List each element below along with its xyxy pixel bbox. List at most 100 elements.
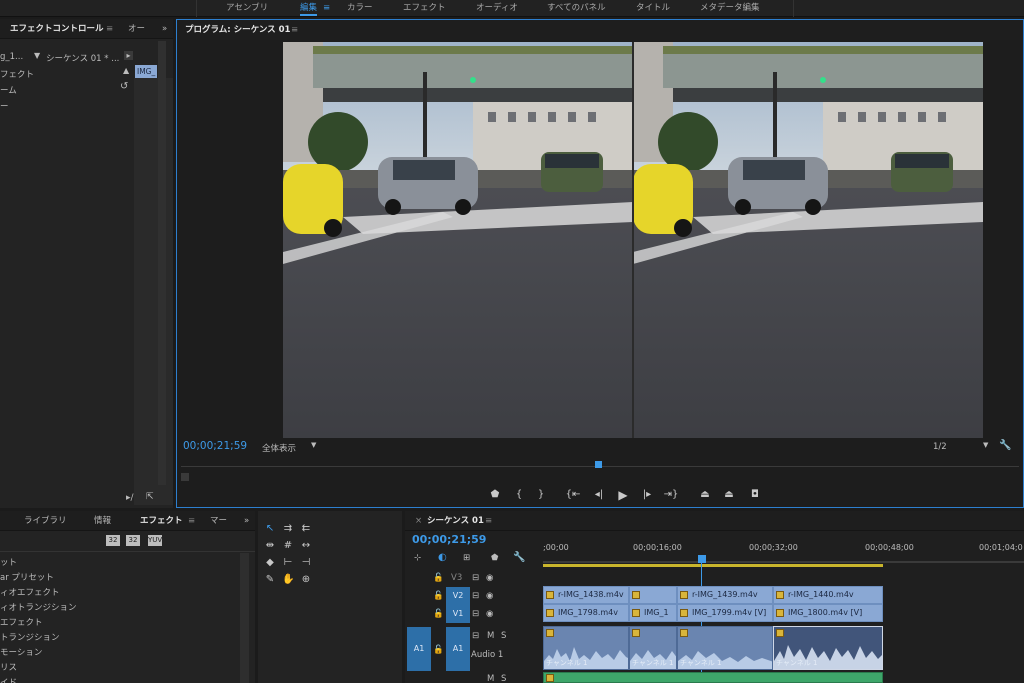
timeline-timecode[interactable]: 00;00;21;59 xyxy=(412,533,486,546)
tab-menu-icon[interactable]: ≡ xyxy=(188,511,195,531)
fit-select[interactable]: 全体表示 xyxy=(262,442,296,454)
workspace-color[interactable]: カラー xyxy=(347,0,373,17)
step-forward-icon[interactable]: |▸ xyxy=(639,488,655,502)
add-marker-icon[interactable]: ⬟ xyxy=(491,553,498,563)
tab-info[interactable]: 情報 xyxy=(94,511,111,531)
snap-icon[interactable]: ◐ xyxy=(438,552,447,563)
overflow-icon[interactable]: » xyxy=(244,511,249,531)
tab-menu-icon[interactable]: ≡ xyxy=(106,19,113,39)
nest-icon[interactable]: ⊹ xyxy=(414,553,421,563)
export-icon[interactable]: ⇱ xyxy=(146,492,154,502)
tab-menu-icon[interactable]: ≡ xyxy=(291,20,298,40)
clip-v2[interactable]: r-IMG_1439.m4v xyxy=(677,586,773,604)
razor-icon[interactable]: ◆ xyxy=(264,557,276,569)
source-a1-label[interactable]: A1 xyxy=(407,627,431,671)
sync-lock-icon[interactable]: ⊟ xyxy=(472,591,479,601)
ripple-edit-icon[interactable]: ⇹ xyxy=(264,540,276,552)
sync-lock-icon[interactable]: ⊟ xyxy=(472,609,479,619)
lock-icon[interactable]: 🔓 xyxy=(433,591,444,601)
slip-icon[interactable]: ⊢ xyxy=(282,557,294,569)
clip-v1[interactable]: IMG_1798.m4v xyxy=(543,604,629,622)
go-to-in-icon[interactable]: {⇤ xyxy=(565,488,581,502)
mute-button[interactable]: M xyxy=(487,631,494,641)
clip-v1[interactable]: IMG_1800.m4v [V] xyxy=(773,604,883,622)
effects-list-item[interactable]: イド xyxy=(0,676,17,683)
mark-in-icon[interactable]: { xyxy=(511,488,527,502)
clip-v2[interactable]: r-IMG_1438.m4v xyxy=(543,586,629,604)
clip-chip[interactable]: IMG_ xyxy=(135,65,158,78)
clip-a1[interactable]: チャンネル 1 xyxy=(629,626,677,670)
program-monitor-title[interactable]: プログラム: シーケンス 01 xyxy=(185,20,290,40)
workspace-audio[interactable]: オーディオ xyxy=(476,0,518,17)
marker-icon[interactable]: ⬟ xyxy=(487,488,503,502)
chevron-down-icon[interactable]: ▼ xyxy=(311,441,316,449)
selection-tool-icon[interactable]: ↖ xyxy=(264,523,276,535)
step-back-icon[interactable]: ◂| xyxy=(591,488,607,502)
zoom-handle[interactable] xyxy=(181,473,189,481)
tab-audio-mixer[interactable]: オー xyxy=(128,19,145,39)
linked-selection-icon[interactable]: ⊞ xyxy=(463,553,470,563)
clip-a1-selected[interactable]: チャンネル 1 xyxy=(773,626,883,670)
clip-v1[interactable]: IMG_1799.m4v [V] xyxy=(677,604,773,622)
track-a1-label[interactable]: A1 xyxy=(446,627,470,671)
playhead-handle[interactable] xyxy=(698,555,706,563)
wrench-icon[interactable]: 🔧 xyxy=(999,440,1011,451)
lock-icon[interactable]: 🔓 xyxy=(433,609,444,619)
track-v1-label[interactable]: V1 xyxy=(446,605,470,623)
clip-source-label[interactable]: g_1... xyxy=(0,52,23,62)
workspace-editing[interactable]: 編集 xyxy=(300,0,318,17)
time-ruler[interactable]: ;00;00 00;00;16;00 00;00;32;00 00;00;48;… xyxy=(543,533,1024,567)
clip-a2[interactable] xyxy=(543,672,883,683)
lift-icon[interactable]: ⏏ xyxy=(697,488,713,502)
effects-list-item[interactable]: ィオエフェクト xyxy=(0,586,60,598)
play-icon[interactable]: ▶ xyxy=(615,488,631,502)
work-area-bar[interactable] xyxy=(543,564,883,567)
chevron-down-icon[interactable]: ▼ xyxy=(983,441,988,449)
mute-button[interactable]: M xyxy=(487,674,494,683)
effects-list-item[interactable]: ar プリセット xyxy=(0,571,54,583)
eye-icon[interactable]: ◉ xyxy=(486,609,493,619)
effects-list-item[interactable]: ット xyxy=(0,556,17,568)
solo-button[interactable]: S xyxy=(501,631,506,641)
collapse-icon[interactable]: ▲ xyxy=(123,66,129,75)
go-to-out-icon[interactable]: ⇥} xyxy=(663,488,679,502)
tab-effects[interactable]: エフェクト xyxy=(140,511,183,531)
track-v2-label[interactable]: V2 xyxy=(446,587,470,605)
overflow-icon[interactable]: » xyxy=(162,19,167,39)
reset-icon[interactable]: ↺ xyxy=(120,81,128,92)
wrench-icon[interactable]: 🔧 xyxy=(513,552,525,563)
camera-icon[interactable]: ◘ xyxy=(747,488,763,502)
resolution-select[interactable]: 1/2 xyxy=(933,442,947,452)
32bit-icon[interactable]: 32 xyxy=(126,535,140,546)
yuv-icon[interactable]: YUV xyxy=(148,535,162,546)
program-timecode[interactable]: 00;00;21;59 xyxy=(183,440,247,452)
dropdown-arrow-icon[interactable]: ▼ xyxy=(34,51,40,60)
slide-icon[interactable]: ⊣ xyxy=(300,557,312,569)
play-only-icon[interactable]: ▸ xyxy=(124,51,133,60)
close-icon[interactable]: × xyxy=(415,511,422,531)
pen-icon[interactable]: ✎ xyxy=(264,574,276,586)
tab-sequence[interactable]: シーケンス 01 xyxy=(427,511,484,531)
lock-icon[interactable]: 🔓 xyxy=(433,645,444,655)
mark-out-icon[interactable]: } xyxy=(533,488,549,502)
track-v3-label[interactable]: V3 xyxy=(451,573,462,583)
lock-icon[interactable]: 🔓 xyxy=(433,573,444,583)
sequence-label[interactable]: シーケンス 01 * ... xyxy=(46,52,119,64)
scrollbar[interactable] xyxy=(158,41,166,485)
workspace-titles[interactable]: タイトル xyxy=(636,0,670,17)
workspace-assembly[interactable]: アセンブリ xyxy=(226,0,268,17)
clip-a1[interactable]: チャンネル 1 xyxy=(543,626,629,670)
clip-v2[interactable]: r-IMG_1440.m4v xyxy=(773,586,883,604)
solo-button[interactable]: S xyxy=(501,674,506,683)
track-select-back-icon[interactable]: ⇇ xyxy=(300,523,312,535)
hand-icon[interactable]: ✋ xyxy=(282,574,294,586)
effects-list-item[interactable]: エフェクト xyxy=(0,616,43,628)
sync-lock-icon[interactable]: ⊟ xyxy=(472,573,479,583)
extract-icon[interactable]: ⏏ xyxy=(721,488,737,502)
zoom-icon[interactable]: ⊕ xyxy=(300,574,312,586)
effects-list-item[interactable]: ィオトランジション xyxy=(0,601,77,613)
playhead-marker[interactable] xyxy=(595,461,602,468)
scrollbar[interactable] xyxy=(240,553,249,683)
track-select-icon[interactable]: ⇉ xyxy=(282,523,294,535)
clip-v2[interactable] xyxy=(629,586,677,604)
